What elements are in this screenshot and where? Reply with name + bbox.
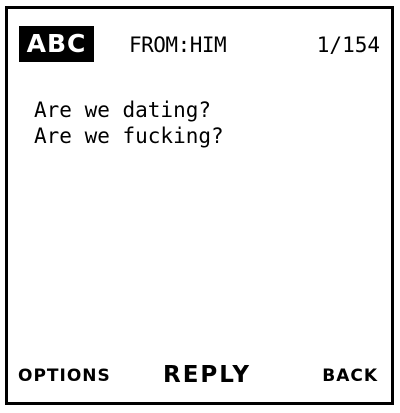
- input-mode-badge: ABC: [19, 26, 94, 62]
- message-line: Are we fucking?: [34, 124, 224, 148]
- message-header: ABC FROM:HIM 1/154: [8, 9, 391, 73]
- softkey-bar: OPTIONS REPLY BACK: [8, 358, 391, 402]
- message-body: Are we dating? Are we fucking?: [34, 97, 374, 149]
- reply-softkey[interactable]: REPLY: [163, 362, 251, 388]
- phone-screen: ABC FROM:HIM 1/154 Are we dating? Are we…: [5, 6, 394, 405]
- message-line: Are we dating?: [34, 98, 212, 122]
- sender-label: FROM:HIM: [129, 33, 227, 57]
- message-counter: 1/154: [316, 33, 380, 57]
- back-softkey[interactable]: BACK: [322, 366, 378, 386]
- options-softkey[interactable]: OPTIONS: [18, 366, 111, 386]
